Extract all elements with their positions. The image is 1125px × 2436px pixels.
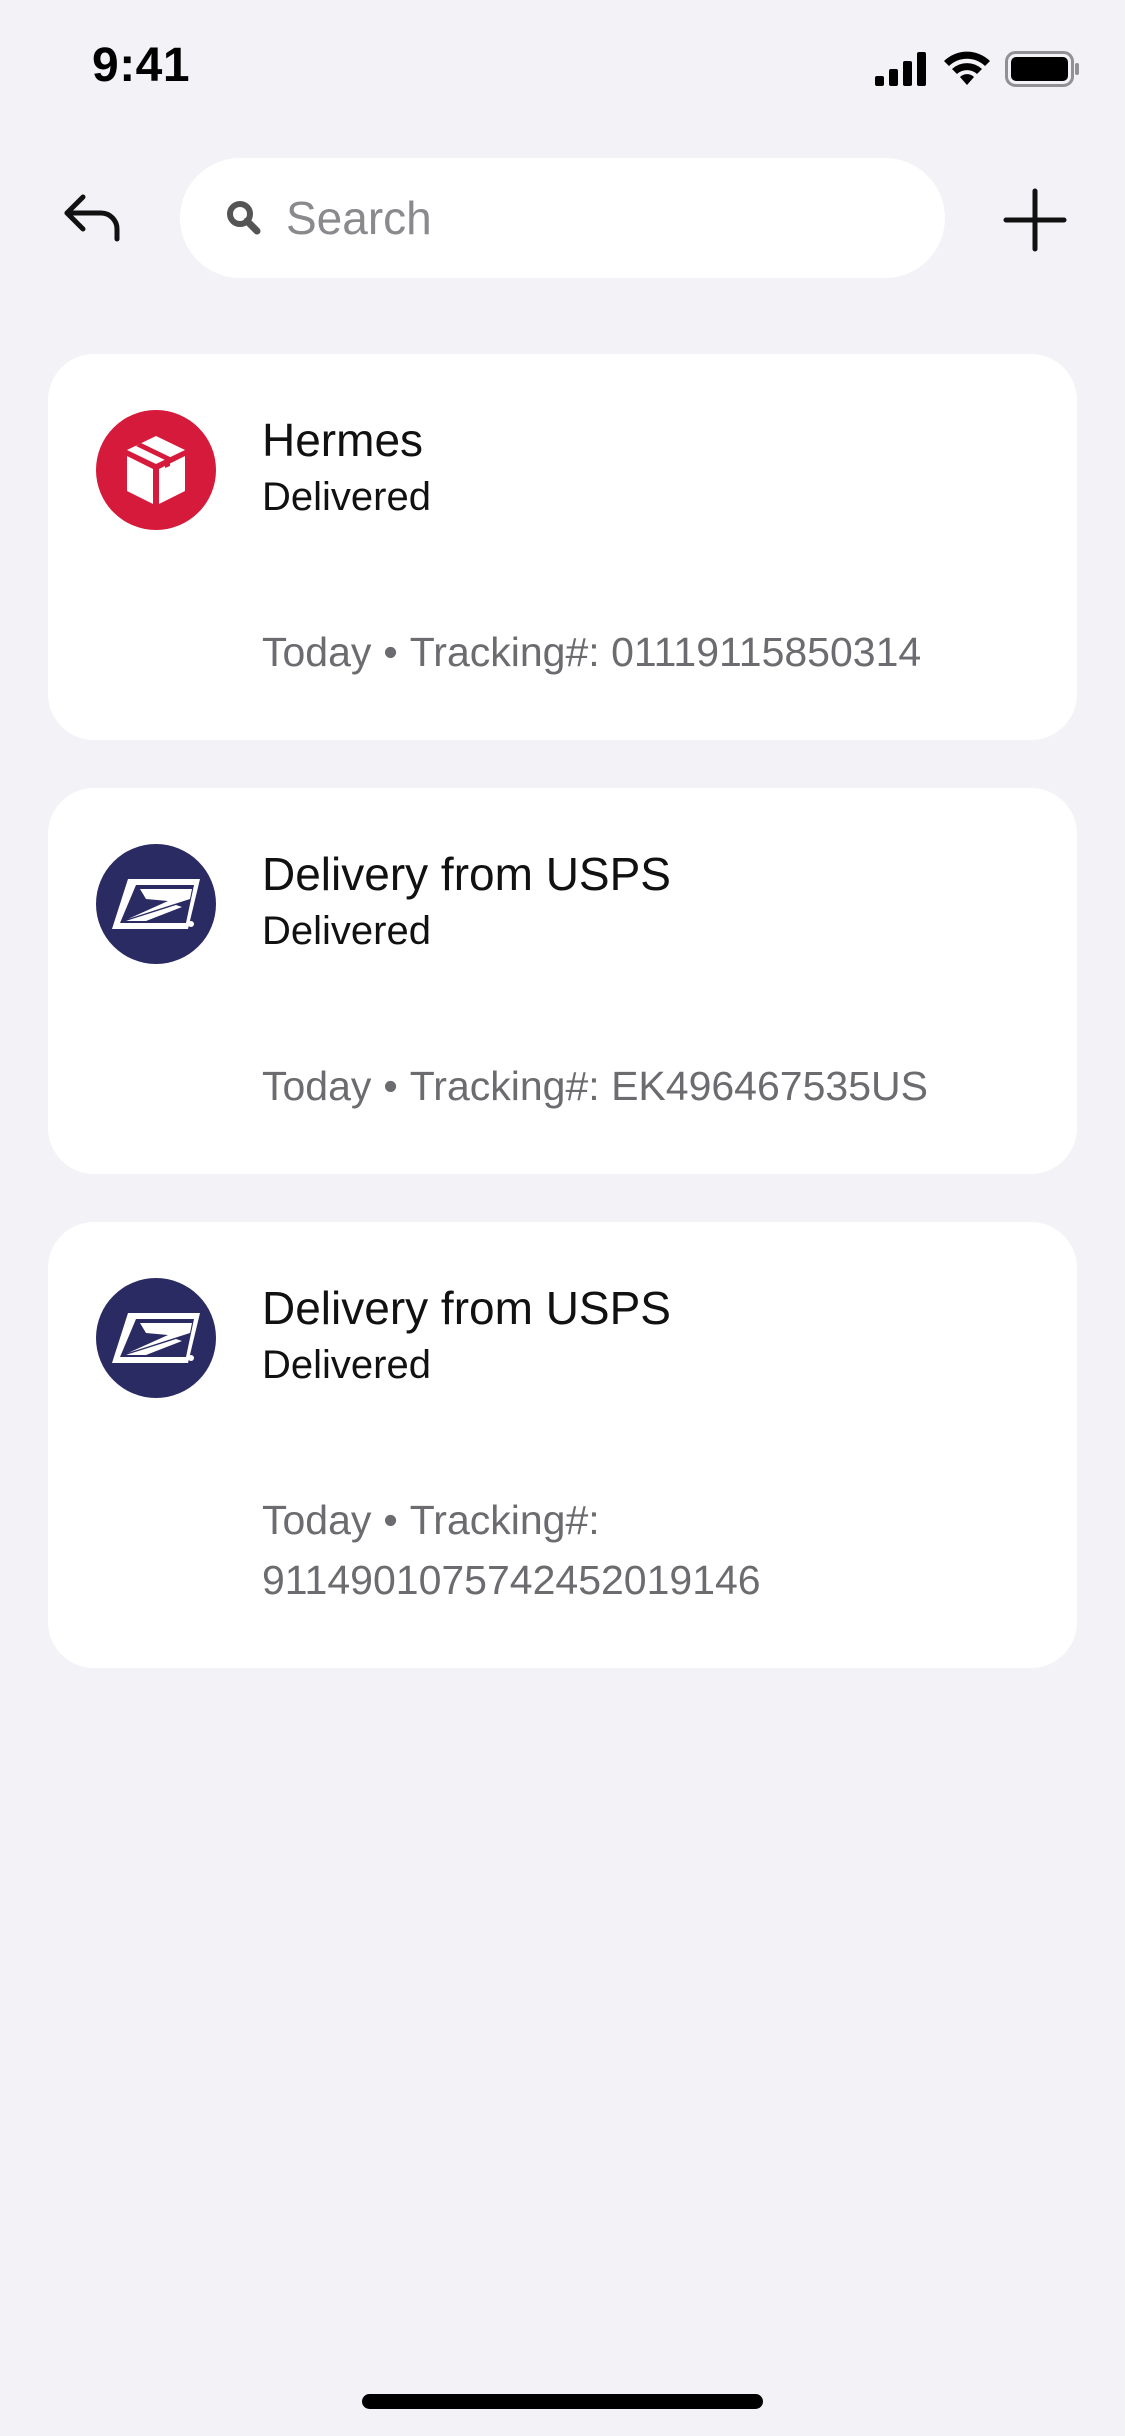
search-icon [224,198,264,238]
search-box[interactable] [180,158,945,278]
tracking-label: Tracking#: [409,1063,600,1109]
delivery-card[interactable]: Delivery from USPS Delivered Today • Track… [48,788,1077,1174]
card-date: Today [262,1497,372,1543]
status-bar: 9:41 [0,0,1125,140]
card-title: Hermes [262,414,424,466]
add-button[interactable] [995,180,1075,260]
card-status: Delivered [262,909,431,953]
search-input[interactable] [286,178,906,258]
status-icons [875,48,1081,90]
reply-arrow-icon [64,194,120,242]
tracking-number: EK496467535US [611,1063,928,1109]
delivery-card[interactable]: Delivery from USPS Delivered Today • Track… [48,1222,1077,1668]
delivery-list: Hermes Delivered Today • Tracking#: 011191… [48,354,1077,1716]
back-button[interactable] [52,186,132,250]
separator: • [383,1063,398,1109]
usps-logo-icon [96,844,216,964]
wifi-icon [944,51,990,85]
card-meta: Today • Tracking#: EK496467535US [262,1056,1017,1116]
separator: • [383,1497,398,1543]
status-time: 9:41 [92,39,191,92]
tracking-label: Tracking#: [409,1497,600,1543]
top-bar [0,158,1125,278]
card-meta: Today • Tracking#: 9114901075742452019146 [262,1490,1017,1610]
tracking-number: 01119115850314 [611,629,922,675]
tracking-number: 9114901075742452019146 [262,1557,761,1603]
battery-icon [1005,51,1079,87]
card-status: Delivered [262,1343,431,1387]
card-status: Delivered [262,475,431,519]
card-title: Delivery from USPS [262,1282,671,1334]
delivery-card[interactable]: Hermes Delivered Today • Tracking#: 011191… [48,354,1077,740]
hermes-logo-icon [96,410,216,530]
card-meta: Today • Tracking#: 01119115850314 [262,622,1017,682]
card-date: Today [262,629,372,675]
card-title: Delivery from USPS [262,848,671,900]
usps-logo-icon [96,1278,216,1398]
plus-icon [1003,188,1067,252]
card-date: Today [262,1063,372,1109]
home-indicator[interactable] [362,2394,763,2409]
tracking-label: Tracking#: [409,629,600,675]
cellular-signal-icon [875,52,926,86]
separator: • [383,629,398,675]
